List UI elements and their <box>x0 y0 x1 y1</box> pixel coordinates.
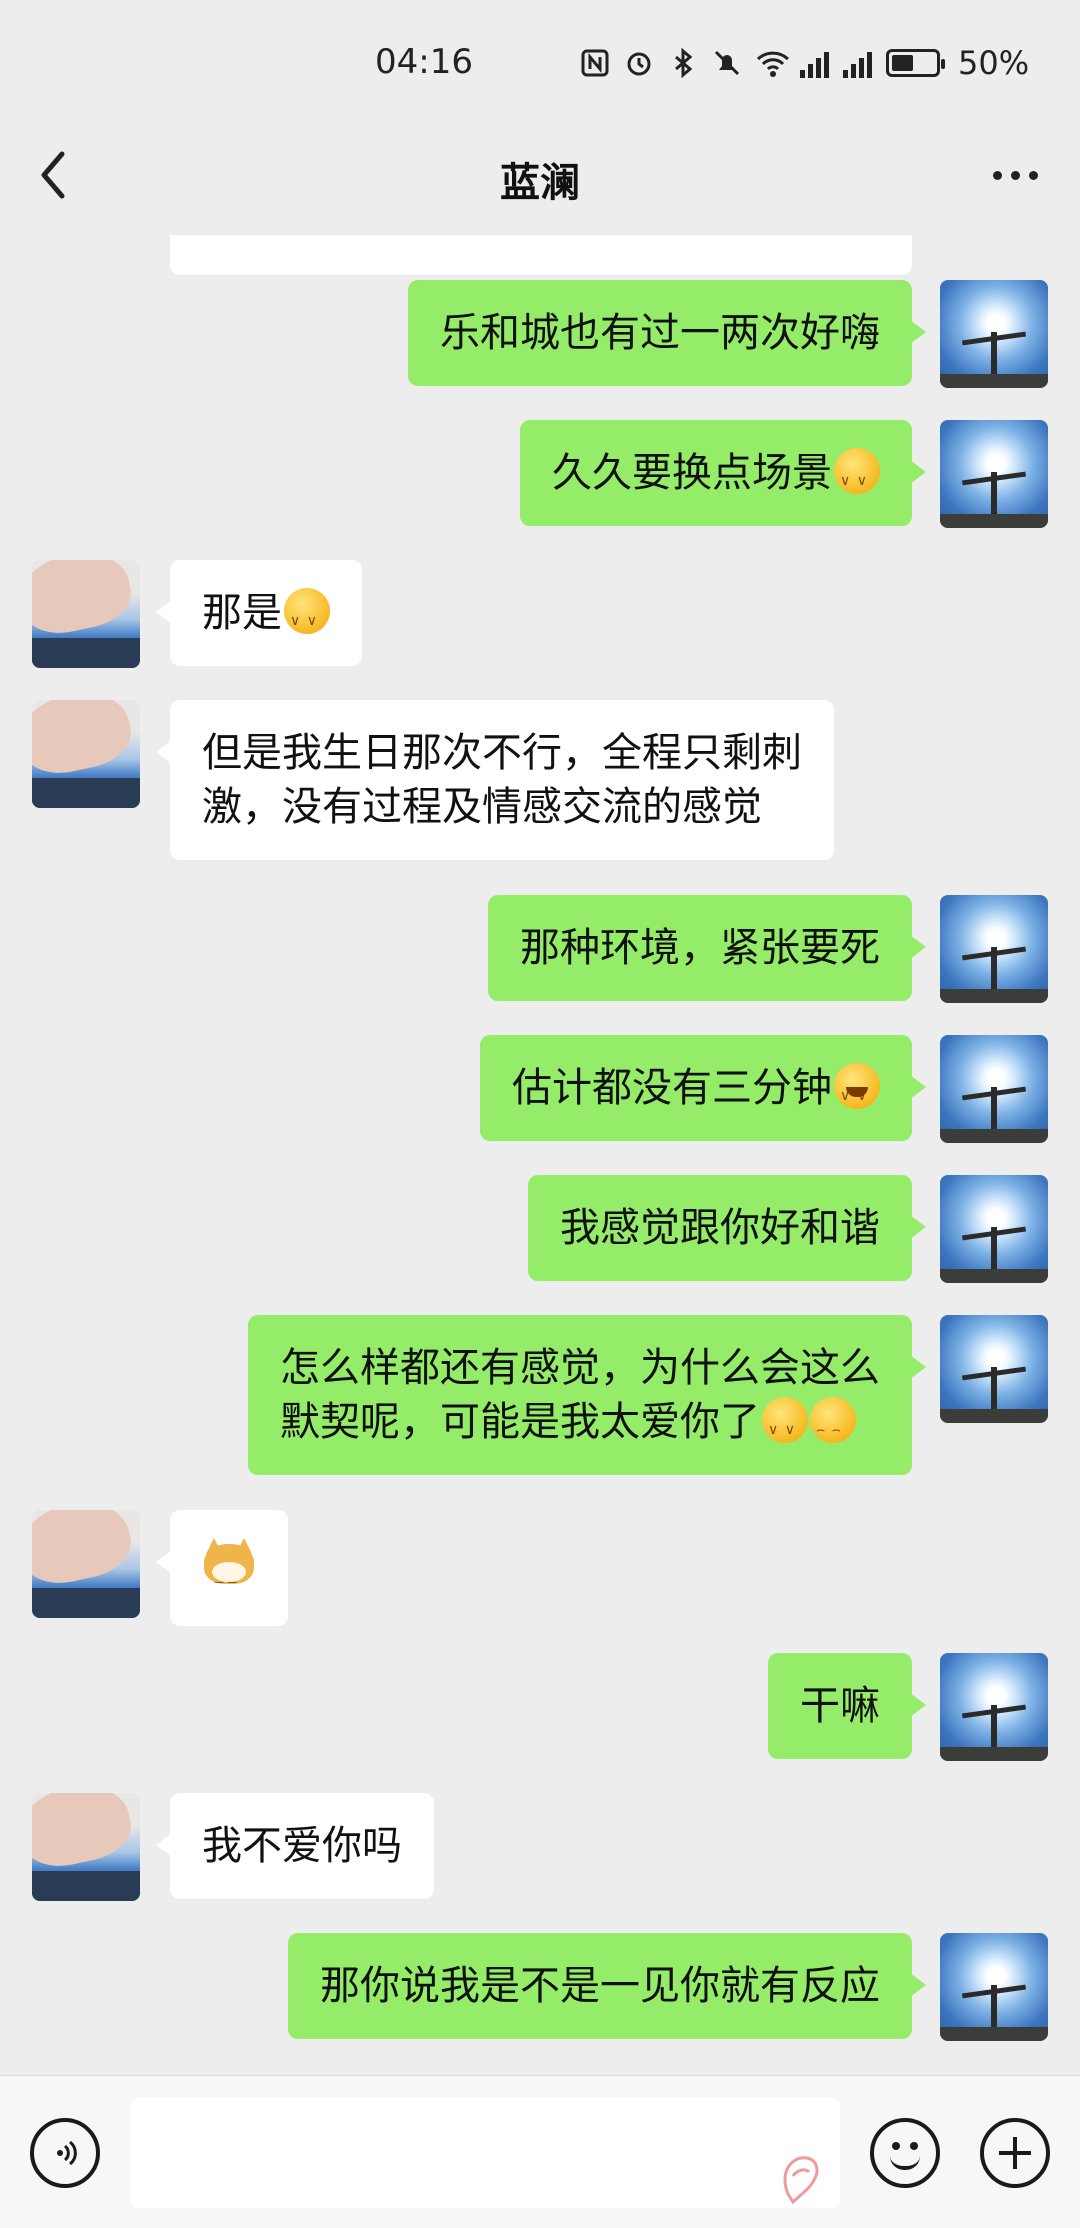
battery-percent: 50% <box>958 44 1030 82</box>
signal-4g-icon <box>843 48 872 78</box>
message-bubble[interactable]: 久久要换点场景 <box>520 420 926 526</box>
shy-emoji-icon <box>762 1397 808 1457</box>
previous-message-bubble <box>170 235 912 275</box>
my-avatar[interactable] <box>940 1315 1048 1423</box>
message-bubble[interactable]: 那种环境，紧张要死 <box>488 895 926 1001</box>
message-bubble[interactable]: 我感觉跟你好和谐 <box>528 1175 926 1281</box>
contact-avatar[interactable] <box>32 700 140 808</box>
contact-avatar[interactable] <box>32 560 140 668</box>
message-bubble[interactable]: 乐和城也有过一两次好嗨 <box>408 280 926 386</box>
grin-emoji-icon <box>810 1397 856 1457</box>
watermark-logo <box>765 2140 835 2210</box>
input-bar <box>0 2075 1080 2228</box>
status-bar: 04:16 50% <box>0 0 1080 120</box>
emoji-icon[interactable] <box>870 2118 940 2188</box>
alarm-icon <box>624 48 654 78</box>
message-list[interactable]: 乐和城也有过一两次好嗨 久久要换点场景 那是 但是我生日那次不行，全程只剩刺 激… <box>0 235 1080 2075</box>
signal-5g-icon <box>800 48 829 78</box>
status-time: 04:16 <box>375 42 473 82</box>
tears-of-joy-emoji-icon <box>834 1063 880 1123</box>
my-avatar[interactable] <box>940 420 1048 528</box>
my-avatar[interactable] <box>940 1035 1048 1143</box>
shy-emoji-icon <box>834 448 880 508</box>
my-avatar[interactable] <box>940 1653 1048 1761</box>
wifi-icon <box>756 48 790 78</box>
my-avatar[interactable] <box>940 280 1048 388</box>
message-bubble[interactable]: 但是我生日那次不行，全程只剩刺 激，没有过程及情感交流的感觉 <box>156 700 834 860</box>
message-bubble[interactable]: 那你说我是不是一见你就有反应 <box>288 1933 926 2039</box>
message-bubble[interactable]: 干嘛 <box>768 1653 926 1759</box>
my-avatar[interactable] <box>940 1933 1048 2041</box>
voice-icon[interactable] <box>30 2118 100 2188</box>
contact-avatar[interactable] <box>32 1793 140 1901</box>
message-bubble[interactable]: 估计都没有三分钟 <box>480 1035 926 1141</box>
plus-icon[interactable] <box>980 2118 1050 2188</box>
shy-emoji-icon <box>284 588 330 648</box>
bluetooth-icon <box>668 47 698 79</box>
chat-header: 蓝澜 <box>0 120 1080 235</box>
my-avatar[interactable] <box>940 1175 1048 1283</box>
my-avatar[interactable] <box>940 895 1048 1003</box>
message-bubble[interactable]: 我不爱你吗 <box>156 1793 434 1899</box>
contact-avatar[interactable] <box>32 1510 140 1618</box>
battery-icon <box>886 49 945 77</box>
mute-icon <box>712 48 742 78</box>
chat-title: 蓝澜 <box>500 160 580 206</box>
status-icons: 50% <box>580 44 1030 82</box>
message-input[interactable] <box>130 2098 840 2208</box>
more-options-icon[interactable] <box>980 150 1050 200</box>
doge-sticker-icon: — — <box>202 1536 256 1588</box>
message-bubble[interactable]: 那是 <box>156 560 362 666</box>
message-bubble[interactable]: 怎么样都还有感觉，为什么会这么 默契呢，可能是我太爱你了 <box>248 1315 926 1475</box>
nfc-icon <box>580 48 610 78</box>
message-bubble[interactable]: — — <box>156 1510 288 1626</box>
